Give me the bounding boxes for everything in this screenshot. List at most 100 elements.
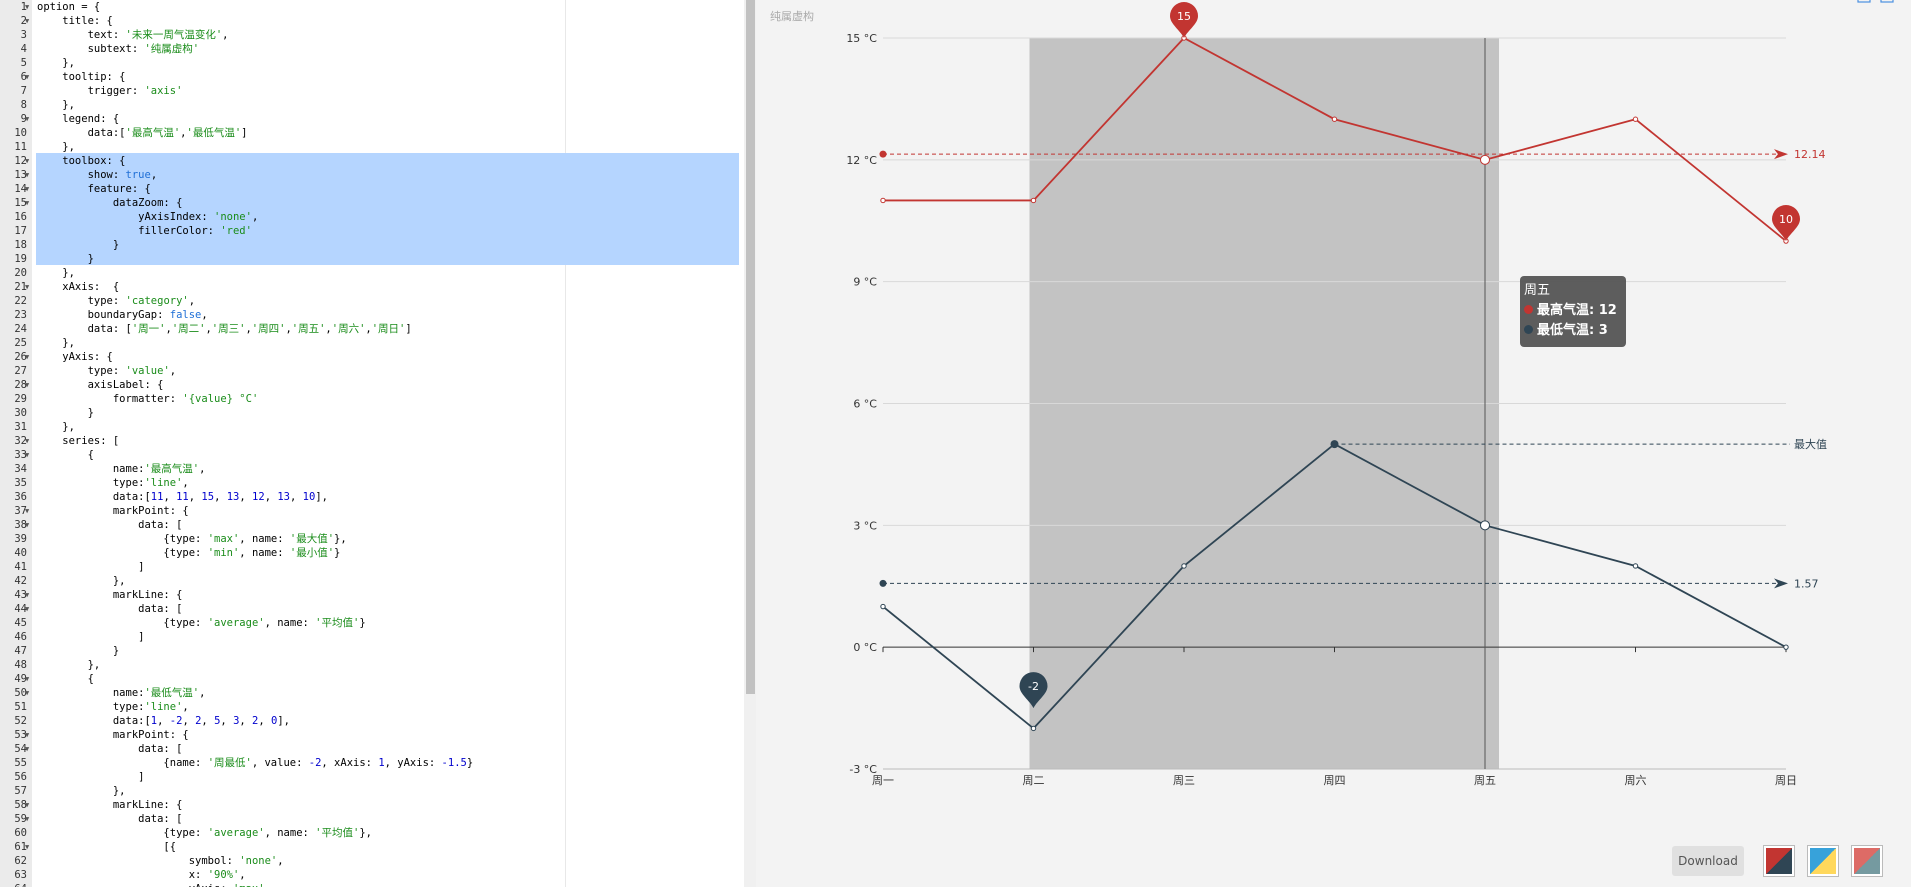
code-line[interactable]: 12 ▼ toolbox: {	[0, 154, 756, 168]
code-text: },	[37, 575, 126, 587]
fold-toggle-icon[interactable]: ▼	[25, 70, 32, 84]
code-line[interactable]: 48 },	[0, 658, 756, 672]
fold-toggle-icon[interactable]: ▼	[25, 434, 32, 448]
fold-toggle-icon[interactable]: ▼	[25, 14, 32, 28]
code-line[interactable]: 56 ]	[0, 770, 756, 784]
code-line[interactable]: 14 ▼ feature: {	[0, 182, 756, 196]
fold-toggle-icon[interactable]: ▼	[25, 182, 32, 196]
fold-toggle-icon[interactable]: ▼	[25, 588, 32, 602]
code-line[interactable]: 16 yAxisIndex: 'none',	[0, 210, 756, 224]
code-line[interactable]: 1 ▼ option = {	[0, 0, 756, 14]
code-line[interactable]: 21 ▼ xAxis: {	[0, 280, 756, 294]
code-line[interactable]: 32 ▼ series: [	[0, 434, 756, 448]
code-line[interactable]: 26 ▼ yAxis: {	[0, 350, 756, 364]
fold-toggle-icon[interactable]: ▼	[25, 504, 32, 518]
fold-toggle-icon[interactable]: ▼	[25, 0, 32, 14]
code-line[interactable]: 60 {type: 'average', name: '平均值'},	[0, 826, 756, 840]
code-line[interactable]: 29 formatter: '{value} °C'	[0, 392, 756, 406]
fold-toggle-icon[interactable]: ▼	[25, 672, 32, 686]
code-line[interactable]: 8 },	[0, 98, 756, 112]
code-line[interactable]: 49 ▼ {	[0, 672, 756, 686]
code-line[interactable]: 3 text: '未来一周气温变化',	[0, 28, 756, 42]
fold-toggle-icon[interactable]: ▼	[25, 448, 32, 462]
chart-preview[interactable]: 纯属虚构 -3 °C 0 °C 3 °C 6 °C 9 °C 12 °C 15 °C 周一 周二…	[756, 0, 1911, 887]
code-line[interactable]: 30 }	[0, 406, 756, 420]
editor-scrollbar-thumb[interactable]	[746, 0, 755, 694]
code-line[interactable]: 4 subtext: '纯属虚构'	[0, 42, 756, 56]
code-line[interactable]: 58 ▼ markLine: {	[0, 798, 756, 812]
code-line[interactable]: 22 type: 'category',	[0, 294, 756, 308]
code-line[interactable]: 62 symbol: 'none',	[0, 854, 756, 868]
code-line[interactable]: 28 ▼ axisLabel: {	[0, 378, 756, 392]
code-line[interactable]: 43 ▼ markLine: {	[0, 588, 756, 602]
code-line[interactable]: 25 },	[0, 336, 756, 350]
code-line[interactable]: 5 },	[0, 56, 756, 70]
code-line[interactable]: 61 ▼ [{	[0, 840, 756, 854]
code-line[interactable]: 41 ]	[0, 560, 756, 574]
code-line[interactable]: 18 }	[0, 238, 756, 252]
code-line[interactable]: 35 type:'line',	[0, 476, 756, 490]
code-line[interactable]: 19 }	[0, 252, 756, 266]
fold-toggle-icon[interactable]: ▼	[25, 840, 32, 854]
download-button[interactable]: Download	[1672, 846, 1744, 876]
fold-toggle-icon[interactable]: ▼	[25, 798, 32, 812]
code-line[interactable]: 9 ▼ legend: {	[0, 112, 756, 126]
code-line[interactable]: 44 ▼ data: [	[0, 602, 756, 616]
mark-line-label: 12.14	[1794, 148, 1826, 161]
code-line[interactable]: 59 ▼ data: [	[0, 812, 756, 826]
theme-light-swatch[interactable]	[1807, 845, 1839, 877]
code-line[interactable]: 57 },	[0, 784, 756, 798]
code-line[interactable]: 34 name:'最高气温',	[0, 462, 756, 476]
code-line[interactable]: 54 ▼ data: [	[0, 742, 756, 756]
code-line[interactable]: 24 data: ['周一','周二','周三','周四','周五','周六',…	[0, 322, 756, 336]
code-line[interactable]: 17 fillerColor: 'red'	[0, 224, 756, 238]
theme-default-swatch[interactable]	[1763, 845, 1795, 877]
code-line[interactable]: 31 },	[0, 420, 756, 434]
toolbox-icon[interactable]	[1880, 0, 1894, 3]
code-line[interactable]: 6 ▼ tooltip: {	[0, 70, 756, 84]
code-line[interactable]: 7 trigger: 'axis'	[0, 84, 756, 98]
fold-toggle-icon[interactable]: ▼	[25, 742, 32, 756]
code-line[interactable]: 10 data:['最高气温','最低气温']	[0, 126, 756, 140]
code-line[interactable]: 53 ▼ markPoint: {	[0, 728, 756, 742]
code-editor[interactable]: 1 ▼ option = {2 ▼ title: {3 text: '未来一周气温变化…	[0, 0, 756, 887]
code-line[interactable]: 33 ▼ {	[0, 448, 756, 462]
fold-toggle-icon[interactable]: ▼	[25, 378, 32, 392]
code-line[interactable]: 63 x: '90%',	[0, 868, 756, 882]
code-line[interactable]: 55 {name: '周最低', value: -2, xAxis: 1, yA…	[0, 756, 756, 770]
fold-toggle-icon[interactable]: ▼	[25, 280, 32, 294]
code-line[interactable]: 50 ▼ name:'最低气温',	[0, 686, 756, 700]
toolbox-icon[interactable]	[1857, 0, 1871, 3]
code-line[interactable]: 11 },	[0, 140, 756, 154]
code-line[interactable]: 47 }	[0, 644, 756, 658]
fold-toggle-icon[interactable]: ▼	[25, 602, 32, 616]
code-line[interactable]: 45 {type: 'average', name: '平均值'}	[0, 616, 756, 630]
code-line[interactable]: 13 ▼ show: true,	[0, 168, 756, 182]
fold-toggle-icon[interactable]: ▼	[25, 812, 32, 826]
code-line[interactable]: 42 },	[0, 574, 756, 588]
line-chart[interactable]: 纯属虚构 -3 °C0 °C3 °C6 °C9 °C12 °C15 °C周一 周二…	[756, 0, 1911, 887]
fold-toggle-icon[interactable]: ▼	[25, 518, 32, 532]
code-line[interactable]: 52 data:[1, -2, 2, 5, 3, 2, 0],	[0, 714, 756, 728]
code-line[interactable]: 36 data:[11, 11, 15, 13, 12, 13, 10],	[0, 490, 756, 504]
fold-toggle-icon[interactable]: ▼	[25, 350, 32, 364]
fold-toggle-icon[interactable]: ▼	[25, 728, 32, 742]
code-line[interactable]: 2 ▼ title: {	[0, 14, 756, 28]
code-line[interactable]: 27 type: 'value',	[0, 364, 756, 378]
code-line[interactable]: 38 ▼ data: [	[0, 518, 756, 532]
code-line[interactable]: 20 },	[0, 266, 756, 280]
fold-toggle-icon[interactable]: ▼	[25, 112, 32, 126]
code-line[interactable]: 39 {type: 'max', name: '最大值'},	[0, 532, 756, 546]
code-line[interactable]: 40 {type: 'min', name: '最小值'}	[0, 546, 756, 560]
fold-toggle-icon[interactable]: ▼	[25, 196, 32, 210]
code-line[interactable]: 51 type:'line',	[0, 700, 756, 714]
code-line[interactable]: 23 boundaryGap: false,	[0, 308, 756, 322]
code-line[interactable]: 37 ▼ markPoint: {	[0, 504, 756, 518]
code-line[interactable]: 46 ]	[0, 630, 756, 644]
fold-toggle-icon[interactable]: ▼	[25, 154, 32, 168]
theme-dark-swatch[interactable]	[1851, 845, 1883, 877]
code-line[interactable]: 15 ▼ dataZoom: {	[0, 196, 756, 210]
fold-toggle-icon[interactable]: ▼	[25, 168, 32, 182]
code-line[interactable]: 64 yAxis: 'max'	[0, 882, 756, 887]
fold-toggle-icon[interactable]: ▼	[25, 686, 32, 700]
